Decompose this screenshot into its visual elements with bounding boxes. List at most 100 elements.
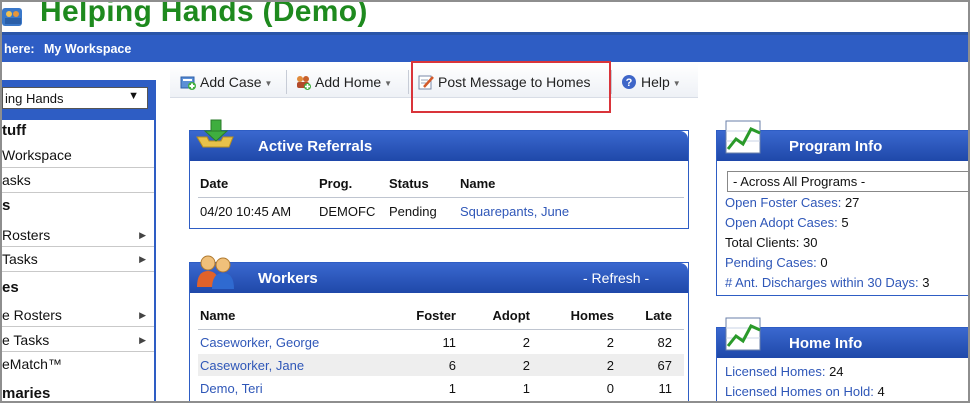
panel-title: Active Referrals [258,138,373,155]
active-referrals-panel: Active Referrals Date Prog. Status Name … [189,130,689,229]
svg-text:?: ? [626,77,633,89]
people-icon [197,255,234,289]
sidebar-section-my-stuff: tuff [2,122,27,139]
sidebar-item-case-tasks[interactable]: Tasks ▶ [2,251,154,267]
chevron-down-icon: ▼ [672,79,681,88]
worker-homes: 0 [606,381,614,396]
agency-select-value: ing Hands [5,91,64,106]
breadcrumb-current[interactable]: My Workspace [44,42,131,56]
chevron-right-icon: ▶ [139,310,146,320]
breadcrumb-label: here: [4,42,35,56]
open-foster-cases[interactable]: Open Foster Cases: 27 [725,195,859,210]
column-header-status: Status [389,176,429,191]
worker-adopt: 2 [522,358,530,373]
column-header-homes: Homes [570,308,614,323]
worker-name-link[interactable]: Caseworker, George [200,335,319,350]
toolbar-divider [408,70,409,94]
sidebar-section-summaries: maries [2,385,51,402]
worker-adopt: 2 [522,335,530,350]
add-home-icon [297,76,311,90]
worker-foster: 11 [442,335,457,350]
panel-header: Active Referrals [190,131,688,161]
sidebar: ing Hands ▼ tuff Workspace asks s Roster… [2,80,156,402]
sidebar-item-home-tasks[interactable]: e Tasks ▶ [2,332,154,348]
breadcrumb: here: My Workspace [2,35,968,62]
chevron-right-icon: ▶ [139,335,146,345]
chevron-down-icon: ▼ [384,79,393,88]
worker-late: 67 [657,358,672,373]
sidebar-section-cases: s [2,197,11,214]
column-header-late: Late [645,308,672,323]
total-clients: Total Clients: 30 [725,235,818,250]
sidebar-item-my-workspace[interactable]: Workspace [2,147,154,163]
agency-select[interactable]: ing Hands ▼ [2,87,148,109]
table-row: Caseworker, George 11 2 2 82 [198,331,684,353]
licensed-homes-on-hold[interactable]: Licensed Homes on Hold: 4 [725,384,885,399]
table-row: Demo, Teri 1 1 0 11 [198,377,684,399]
sidebar-section-homes: es [2,279,19,296]
worker-homes: 2 [606,358,614,373]
chevron-right-icon: ▶ [139,254,146,264]
worker-late: 82 [657,335,672,350]
worker-adopt: 1 [522,381,530,396]
worker-homes: 2 [606,335,614,350]
app-header: Helping Hands (Demo) [2,0,968,35]
add-home-button[interactable]: Add Home ▼ [295,74,392,90]
refresh-link[interactable]: - Refresh - [583,270,649,286]
sidebar-item-home-rosters[interactable]: e Rosters ▶ [2,307,154,323]
column-header-date: Date [200,176,229,191]
help-icon: ? [622,75,636,89]
column-header-adopt: Adopt [492,308,530,323]
sidebar-header: ing Hands ▼ [2,80,154,120]
sidebar-item-case-rosters[interactable]: Rosters ▶ [2,227,154,243]
referral-name-link[interactable]: Squarepants, June [460,204,569,219]
referral-status: Pending [389,204,437,219]
chevron-down-icon: ▼ [264,79,273,88]
app-window: Helping Hands (Demo) here: My Workspace … [0,0,970,403]
sidebar-item-homematch[interactable]: eMatch™ [2,356,154,372]
program-select[interactable]: - Across All Programs - [727,171,968,192]
panel-title: Workers [258,270,318,287]
workers-panel: Workers - Refresh - Name Foster Adopt Ho… [189,262,689,401]
chevron-right-icon: ▶ [139,230,146,240]
line-chart-icon [725,317,761,351]
worker-name-link[interactable]: Caseworker, Jane [200,358,304,373]
panel-header: Workers - Refresh - [190,263,688,293]
open-adopt-cases[interactable]: Open Adopt Cases: 5 [725,215,849,230]
sidebar-divider [2,351,154,352]
add-case-button[interactable]: Add Case ▼ [180,74,272,90]
referral-date: 04/20 10:45 AM [200,204,292,219]
sidebar-item-my-tasks[interactable]: asks [2,172,154,188]
worker-foster: 1 [448,381,456,396]
line-chart-icon [725,120,761,154]
sidebar-divider [2,271,154,272]
sidebar-divider [2,192,154,193]
column-header-name: Name [460,176,496,191]
column-header-foster: Foster [416,308,456,323]
column-header-prog: Prog. [319,176,353,191]
pending-cases[interactable]: Pending Cases: 0 [725,255,828,270]
licensed-homes[interactable]: Licensed Homes: 24 [725,364,844,379]
worker-late: 11 [658,381,673,396]
anticipated-discharges[interactable]: # Ant. Discharges within 30 Days: 3 [725,275,930,290]
sidebar-divider [2,246,154,247]
worker-name-link[interactable]: Demo, Teri [200,381,263,396]
logo-icon [2,8,22,26]
highlight-box [411,61,611,113]
add-case-icon [180,76,196,90]
toolbar-divider [611,70,612,94]
panel-title: Home Info [789,335,863,352]
referral-prog: DEMOFC [319,204,376,219]
help-button[interactable]: ? Help ▼ [621,74,681,90]
column-header-name: Name [200,308,236,323]
inbox-download-icon [196,119,234,148]
app-title: Helping Hands (Demo) [40,0,368,28]
worker-foster: 6 [448,358,456,373]
table-divider [198,329,684,330]
sidebar-divider [2,167,154,168]
sidebar-divider [2,326,154,327]
table-divider [198,197,684,198]
toolbar-divider [286,70,287,94]
panel-title: Program Info [789,138,883,155]
table-row: Caseworker, Jane 6 2 2 67 [198,354,684,376]
